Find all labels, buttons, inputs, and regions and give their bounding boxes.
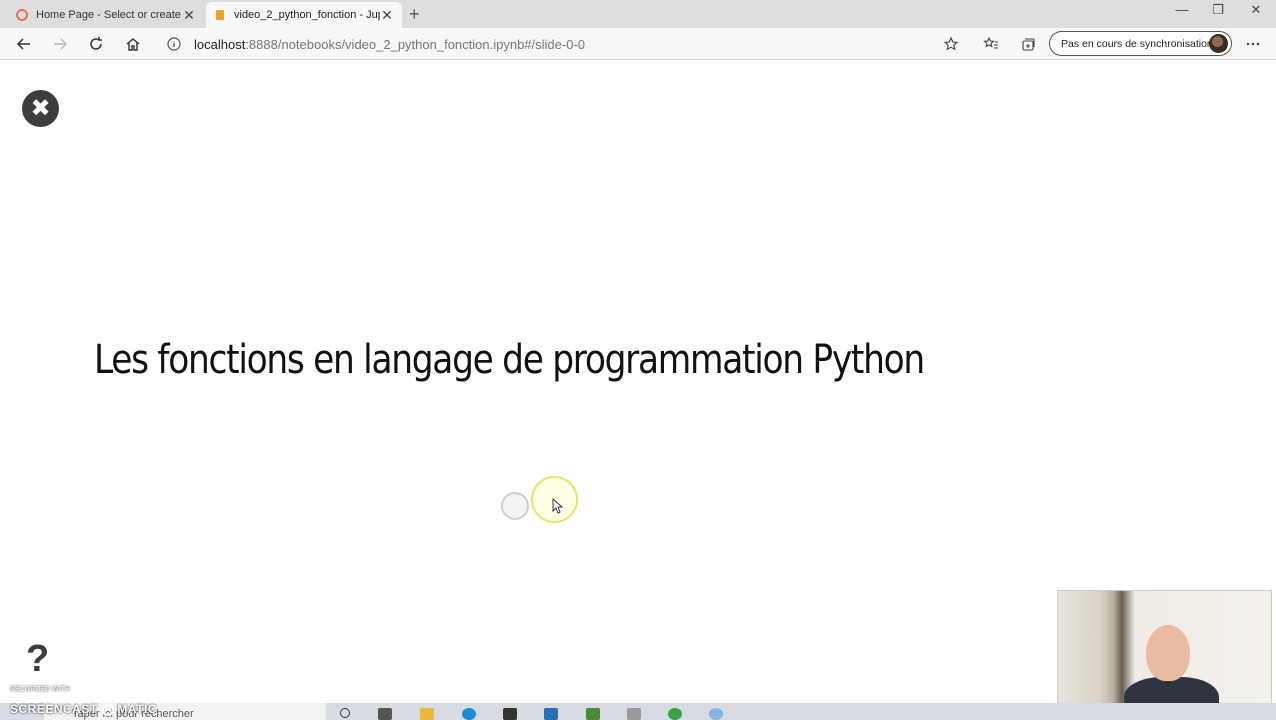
tab-close-icon[interactable]: ✕ bbox=[182, 7, 196, 24]
watermark-brand-suffix: MATIC bbox=[117, 702, 157, 716]
minimize-icon[interactable]: — bbox=[1164, 2, 1200, 17]
mouse-pointer-icon bbox=[552, 498, 564, 514]
recorded-with-watermark: RECORDED WITH bbox=[10, 686, 70, 693]
app-icon[interactable] bbox=[586, 708, 600, 720]
jupyter-favicon-icon bbox=[16, 9, 28, 21]
webcam-overlay bbox=[1057, 590, 1272, 716]
refresh-icon[interactable] bbox=[86, 34, 106, 54]
presenter-head bbox=[1146, 625, 1190, 681]
help-icon[interactable]: ? bbox=[26, 638, 49, 681]
sync-label: Pas en cours de synchronisation bbox=[1061, 37, 1213, 50]
store-icon[interactable] bbox=[503, 708, 517, 720]
url-field[interactable]: localhost:8888/notebooks/video_2_python_… bbox=[158, 32, 968, 56]
edge-icon[interactable] bbox=[462, 708, 476, 720]
tab-notebook[interactable]: video_2_python_fonction - Jupyt ✕ bbox=[206, 2, 402, 28]
info-icon[interactable] bbox=[166, 36, 182, 52]
url-host: localhost bbox=[194, 36, 246, 52]
favorite-star-icon[interactable] bbox=[941, 34, 961, 54]
favorites-list-icon[interactable] bbox=[981, 34, 1001, 54]
tab-strip: Home Page - Select or create a n ✕ video… bbox=[0, 0, 1276, 28]
url-path: :8888/notebooks/video_2_python_fonction.… bbox=[245, 36, 586, 52]
address-toolbar: localhost:8888/notebooks/video_2_python_… bbox=[0, 28, 1276, 60]
task-view-icon[interactable] bbox=[378, 708, 392, 720]
loading-spinner-icon bbox=[501, 492, 529, 520]
mail-icon[interactable] bbox=[544, 708, 558, 720]
profile-sync-button[interactable]: Pas en cours de synchronisation bbox=[1049, 31, 1232, 56]
collections-icon[interactable] bbox=[1018, 34, 1038, 54]
app-icon[interactable] bbox=[627, 708, 641, 720]
file-explorer-icon[interactable] bbox=[420, 708, 434, 720]
forward-icon[interactable] bbox=[50, 34, 70, 54]
home-icon[interactable] bbox=[123, 34, 143, 54]
watermark-brand: SCREENCAST bbox=[10, 702, 98, 716]
window-close-icon[interactable]: ✕ bbox=[1238, 2, 1274, 18]
close-slideshow-icon[interactable]: ✖ bbox=[22, 90, 59, 127]
restore-icon[interactable]: ❐ bbox=[1200, 2, 1236, 18]
tab-title: video_2_python_fonction - Jupyt bbox=[234, 9, 380, 21]
new-tab-icon[interactable]: + bbox=[409, 4, 420, 25]
record-icon bbox=[101, 703, 114, 716]
screencast-watermark: SCREENCAST MATIC bbox=[10, 702, 157, 716]
slide-title: Les fonctions en langage de programmatio… bbox=[94, 337, 925, 383]
avatar bbox=[1209, 34, 1228, 53]
back-icon[interactable] bbox=[14, 34, 34, 54]
app-icon[interactable] bbox=[668, 708, 682, 720]
windows-taskbar: Taper ici pour rechercher bbox=[0, 703, 1276, 720]
tab-title: Home Page - Select or create a n bbox=[36, 9, 182, 21]
more-menu-icon[interactable] bbox=[1243, 34, 1263, 54]
cursor-highlight bbox=[531, 476, 578, 523]
notebook-favicon-icon bbox=[216, 10, 224, 20]
app-icon[interactable] bbox=[709, 708, 723, 720]
tab-close-icon[interactable]: ✕ bbox=[380, 7, 394, 24]
tab-home-page[interactable]: Home Page - Select or create a n ✕ bbox=[8, 2, 204, 28]
cortana-icon[interactable] bbox=[340, 708, 350, 718]
